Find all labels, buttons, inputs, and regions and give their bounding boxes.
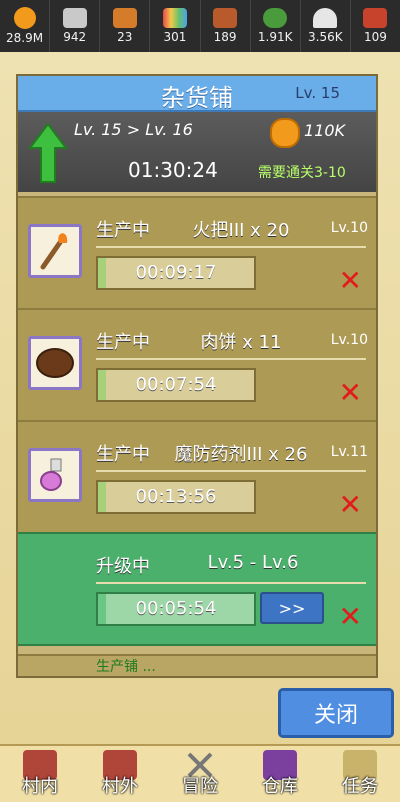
progress-time: 00:09:17 [135,262,217,283]
bottom-nav: 村内 村外 冒险 仓库 任务 [0,744,400,802]
row-status: 升级中 [96,556,150,577]
nav-label: 村外 [102,776,138,797]
nav-tab-village-inside[interactable]: 村内 [0,746,80,802]
progress-bar: 00:09:17 [96,256,256,290]
speed-up-button[interactable]: >> [260,592,324,624]
upgrade-requirement: 需要通关3-10 [258,165,346,181]
next-row-peek: 生产铺 ... [18,654,376,676]
progress-bar: 00:05:54 [96,592,256,626]
nav-tab-village-outside[interactable]: 村外 [80,746,160,802]
potion-icon [40,458,62,491]
resource-value: 3.56K [308,30,343,44]
progress-time: 00:07:54 [135,374,217,395]
resource-herb[interactable]: 1.91K [251,0,301,52]
resource-value: 1.91K [257,30,293,44]
nav-label: 冒险 [182,776,218,797]
resource-value: 189 [213,30,237,44]
resource-wood[interactable]: 23 [100,0,151,52]
nav-label: 任务 [342,776,378,797]
row-item: 魔防药剂III x 26 [174,444,308,465]
torch-icon [40,233,68,270]
resource-book[interactable]: 109 [351,0,400,52]
resource-value: 28.9M [6,31,44,45]
production-row: 生产中 魔防药剂III x 26 Lv.11 00:13:56 ✕ [18,420,376,534]
progress-bar: 00:07:54 [96,368,256,402]
cancel-x-icon[interactable]: ✕ [339,600,362,633]
nav-label: 村内 [22,776,58,797]
progress-time: 00:05:54 [135,598,217,619]
upgrade-level-text: Lv. 15 > Lv. 16 [74,120,193,139]
resource-leather[interactable]: 189 [201,0,251,52]
book-icon [363,8,388,28]
divider [96,470,366,472]
item-slot [28,448,82,502]
row-item: 肉饼 x 11 [200,332,282,353]
item-slot [28,336,82,390]
upgrade-section: Lv. 15 > Lv. 16 110K 01:30:24 需要通关3-10 [18,112,376,192]
progress-time: 00:13:56 [135,486,217,507]
production-row: 生产中 火把III x 20 Lv.10 00:09:17 ✕ [18,196,376,310]
cancel-x-icon[interactable]: ✕ [339,376,362,409]
nav-tab-quests[interactable]: 任务 [320,746,400,802]
cancel-x-icon[interactable]: ✕ [339,488,362,521]
divider [96,246,366,248]
resource-gold[interactable]: 28.9M [0,0,51,52]
resource-salt[interactable]: 3.56K [301,0,351,52]
row-item: Lv.5 - Lv.6 [207,552,299,573]
nav-label: 仓库 [262,776,298,797]
upgrade-timer: 01:30:24 [128,158,218,182]
herb-icon [263,8,288,28]
upgrade-arrow-icon[interactable] [28,122,68,184]
resource-bar: 28.9M 942 23 301 189 1.91K 3.56K 109 [0,0,400,54]
resource-value: 301 [163,30,187,44]
meat-pie-icon [36,348,74,378]
row-level: Lv.11 [330,444,368,460]
divider [96,358,366,360]
upgrade-cost: 110K [304,121,346,140]
shop-title-bar: 杂货铺 Lv. 15 [18,76,376,112]
resource-rainbow[interactable]: 301 [150,0,201,52]
row-status: 生产中 [96,332,150,353]
nav-tab-warehouse[interactable]: 仓库 [240,746,320,802]
iron-ingot-icon [62,8,87,28]
row-status: 生产中 [96,220,150,241]
leather-icon [213,8,238,28]
coin-icon [13,7,36,29]
resource-value: 23 [117,30,133,44]
shop-panel: 杂货铺 Lv. 15 Lv. 15 > Lv. 16 110K 01:30:24… [16,74,378,678]
peek-text: 生产铺 ... [96,659,156,675]
item-slot [28,224,82,278]
wood-plank-icon [112,8,137,28]
upgrade-row: 升级中 Lv.5 - Lv.6 00:05:54 >> ✕ [18,532,376,646]
resource-value: 109 [363,30,387,44]
resource-iron[interactable]: 942 [50,0,101,52]
salt-pile-icon [313,8,338,28]
rainbow-bar-icon [162,8,187,28]
divider [96,582,366,584]
production-row: 生产中 肉饼 x 11 Lv.10 00:07:54 ✕ [18,308,376,422]
row-level: Lv.10 [330,332,368,348]
close-button[interactable]: 关闭 [278,688,394,738]
shop-level: Lv. 15 [295,84,340,102]
nav-tab-adventure[interactable]: 冒险 [160,746,240,802]
resource-value: 942 [63,30,87,44]
row-item: 火把III x 20 [192,220,290,241]
cancel-x-icon[interactable]: ✕ [339,264,362,297]
row-status: 生产中 [96,444,150,465]
coin-icon [270,118,300,148]
progress-bar: 00:13:56 [96,480,256,514]
row-level: Lv.10 [330,220,368,236]
